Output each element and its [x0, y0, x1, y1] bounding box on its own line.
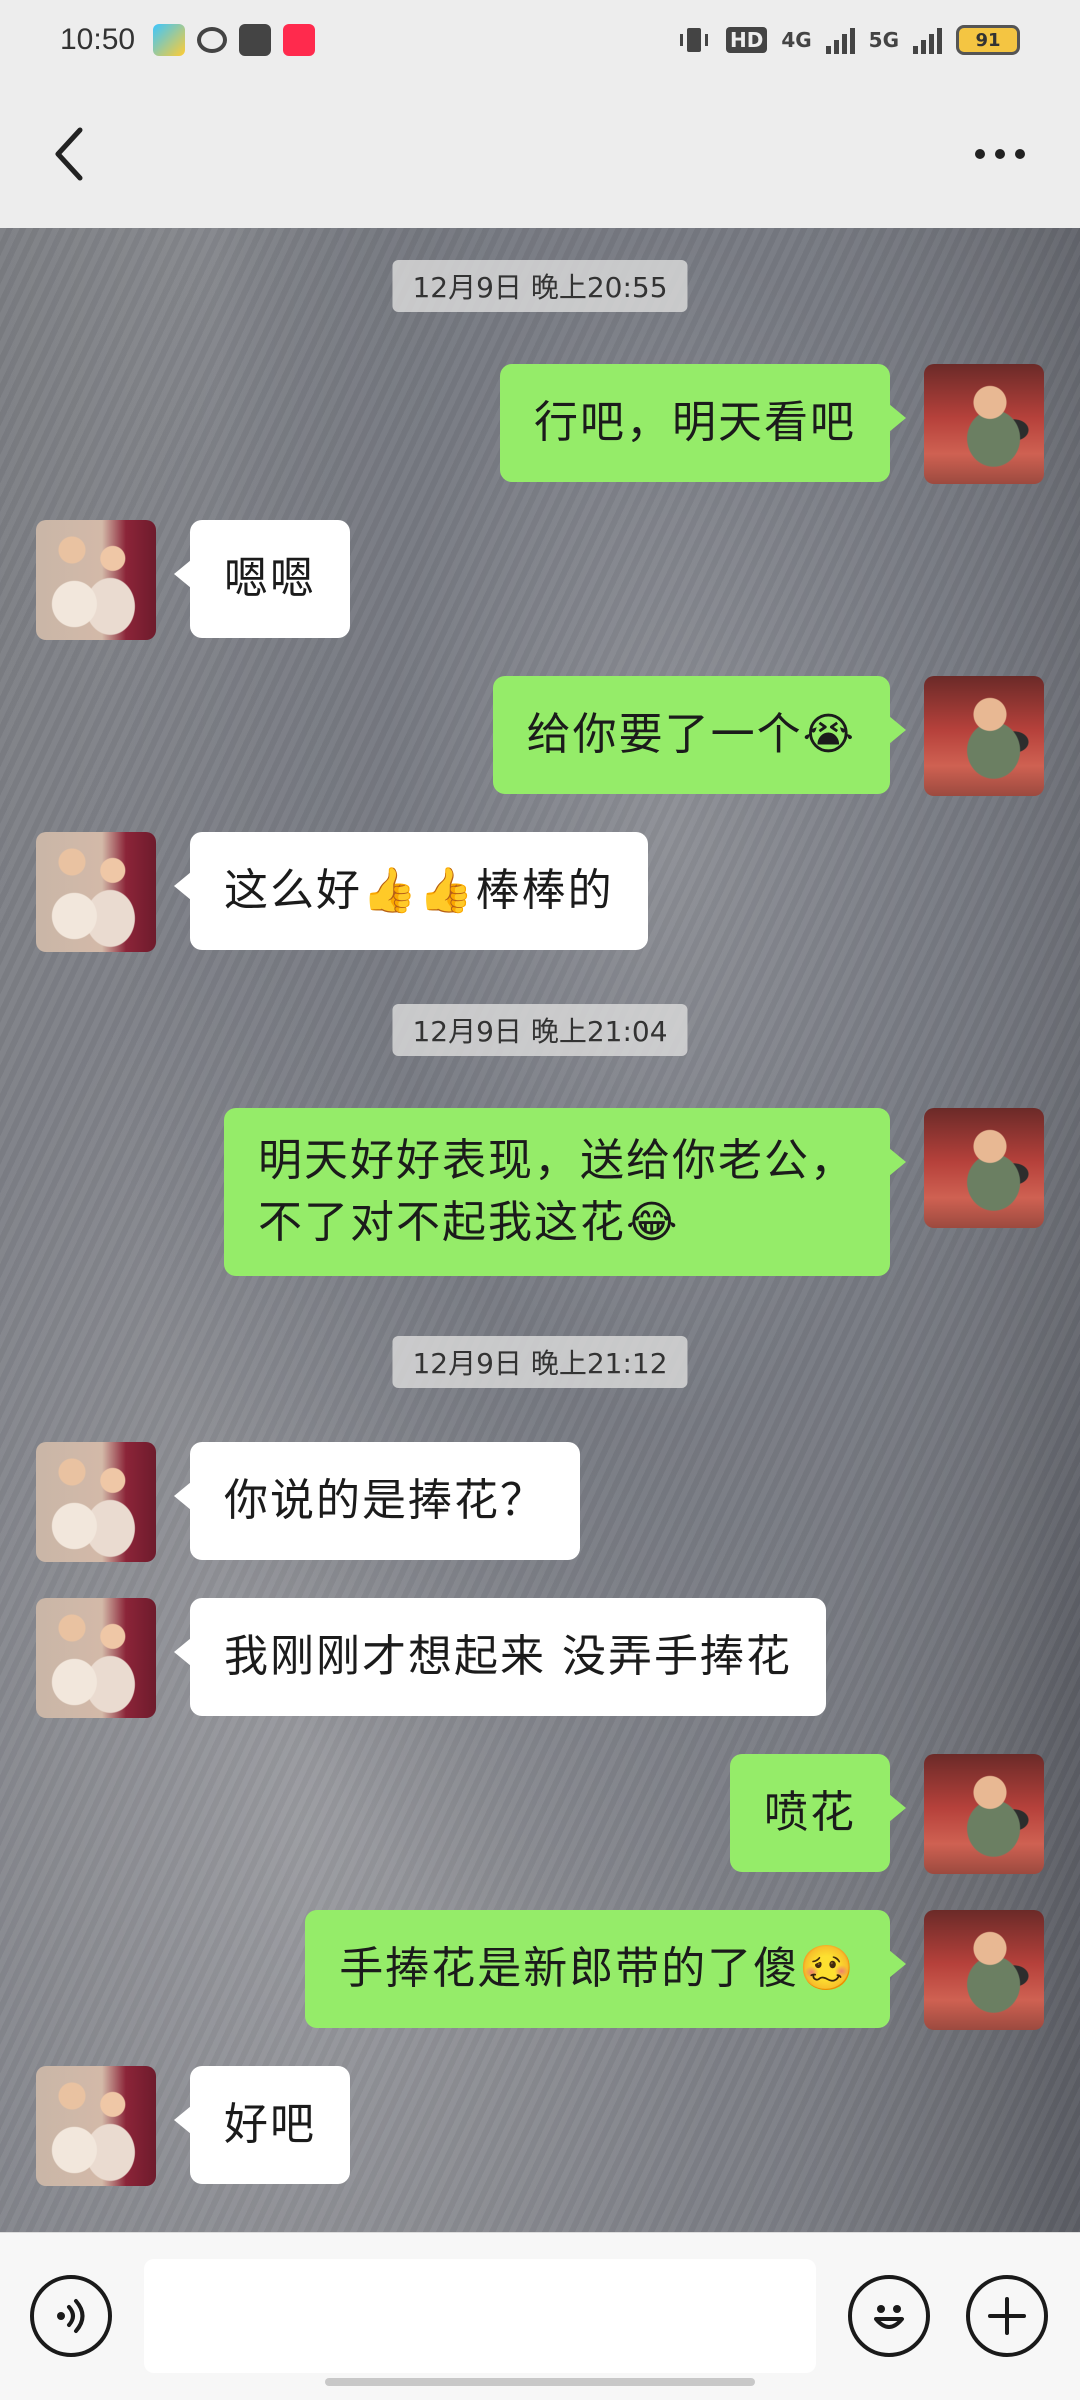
incoming-bubble[interactable]: 好吧 — [174, 2066, 350, 2184]
status-time: 10:50 — [60, 23, 136, 56]
voice-button[interactable] — [30, 2275, 112, 2357]
network-5g-label: 5G — [868, 28, 899, 52]
contact-avatar[interactable] — [36, 1442, 156, 1562]
chat-message-list[interactable]: 12月9日 晚上20:55 行吧，明天看吧 嗯嗯 给你要了一个😭 这么好👍👍棒棒… — [0, 228, 1080, 2232]
more-options-button[interactable] — [960, 114, 1040, 194]
more-dots-icon — [975, 149, 985, 159]
signal-4g-icon — [825, 26, 855, 54]
battery-level: 91 — [975, 29, 1001, 51]
contact-avatar[interactable] — [36, 2066, 156, 2186]
home-indicator[interactable] — [325, 2378, 755, 2386]
signal-5g-icon — [913, 26, 942, 54]
chat-header — [0, 80, 1080, 228]
status-bar: 10:50 HD 4G 5G 91 — [0, 0, 1080, 80]
message-line: 不了对不起我这花😂 — [258, 1197, 680, 1248]
outgoing-bubble[interactable]: 手捧花是新郎带的了傻🥴 — [305, 1910, 906, 2028]
message-text-input[interactable] — [144, 2259, 816, 2373]
outgoing-bubble[interactable]: 行吧，明天看吧 — [500, 364, 906, 482]
contact-avatar[interactable] — [36, 1598, 156, 1718]
outgoing-bubble[interactable]: 明天好好表现，送给你老公， 不了对不起我这花😂 — [224, 1108, 906, 1276]
status-right: HD 4G 5G 91 — [676, 25, 1020, 55]
timestamp-label: 12月9日 晚上21:04 — [392, 1004, 688, 1056]
contact-avatar[interactable] — [36, 520, 156, 640]
timestamp-label: 12月9日 晚上21:12 — [392, 1336, 688, 1388]
voice-icon — [57, 2299, 85, 2333]
back-button[interactable] — [40, 114, 100, 194]
incoming-bubble[interactable]: 你说的是捧花？ — [174, 1442, 580, 1560]
my-avatar[interactable] — [924, 364, 1044, 484]
app-notification-icon — [153, 24, 186, 56]
battery-indicator: 91 — [956, 25, 1020, 55]
incoming-bubble[interactable]: 嗯嗯 — [174, 520, 350, 638]
app-notification-icon — [239, 24, 272, 56]
my-avatar[interactable] — [924, 1754, 1044, 1874]
my-avatar[interactable] — [924, 1108, 1044, 1228]
hd-badge: HD — [725, 27, 768, 53]
plus-icon — [988, 2297, 1026, 2335]
emoji-icon — [874, 2305, 904, 2329]
xiaohongshu-notification-icon — [283, 24, 316, 56]
outgoing-bubble[interactable]: 给你要了一个😭 — [492, 676, 907, 794]
vibrate-icon — [679, 28, 708, 52]
plus-button[interactable] — [966, 2275, 1048, 2357]
network-4g-label: 4G — [781, 28, 812, 52]
incoming-bubble[interactable]: 我刚刚才想起来 没弄手捧花 — [174, 1598, 826, 1716]
message-input-bar — [0, 2232, 1080, 2400]
wechat-notification-icon — [197, 27, 228, 53]
chevron-left-icon — [55, 127, 83, 181]
contact-avatar[interactable] — [36, 832, 156, 952]
my-avatar[interactable] — [924, 1910, 1044, 2030]
outgoing-bubble[interactable]: 喷花 — [730, 1754, 906, 1872]
my-avatar[interactable] — [924, 676, 1044, 796]
timestamp-label: 12月9日 晚上20:55 — [392, 260, 688, 312]
incoming-bubble[interactable]: 这么好👍👍棒棒的 — [174, 832, 648, 950]
message-line: 明天好好表现，送给你老公， — [258, 1135, 856, 1186]
notification-icons — [153, 24, 316, 56]
emoji-button[interactable] — [848, 2275, 930, 2357]
